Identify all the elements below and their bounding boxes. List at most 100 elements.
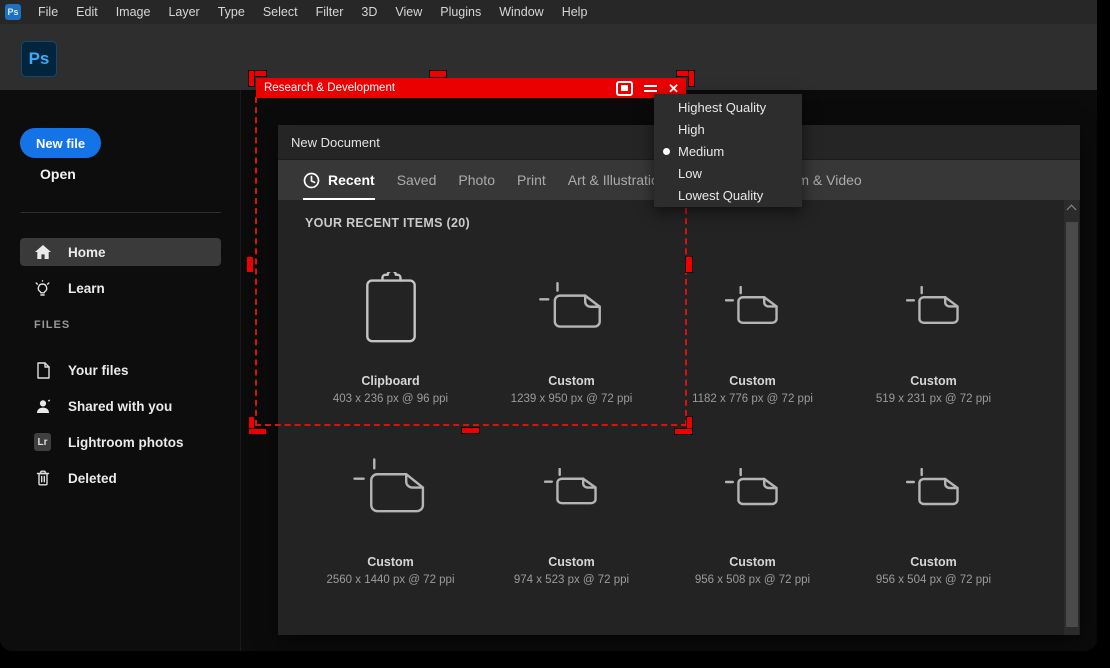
menu-help[interactable]: Help	[553, 0, 597, 24]
menu-item-label: High	[678, 122, 705, 137]
tab-label: Photo	[458, 172, 495, 188]
menu-item-low[interactable]: Low	[654, 162, 802, 184]
menu-window[interactable]: Window	[490, 0, 552, 24]
card-title: Custom	[548, 555, 595, 569]
scroll-up-icon[interactable]	[1067, 205, 1077, 215]
card-dimensions: 1182 x 776 px @ 72 ppi	[692, 393, 813, 405]
card-dimensions: 519 x 231 px @ 72 ppi	[876, 393, 991, 405]
recent-item-card[interactable]: Custom 1239 x 950 px @ 72 ppi	[481, 245, 662, 426]
recent-item-card[interactable]: Custom 956 x 508 px @ 72 ppi	[662, 426, 843, 607]
selection-handle-middle-right[interactable]	[686, 257, 692, 272]
dialog-title: New Document	[291, 135, 380, 150]
lightroom-badge: Lr	[34, 433, 51, 451]
sidebar-item-shared-with-you[interactable]: Shared with you	[20, 392, 221, 420]
recent-item-card[interactable]: Custom 956 x 504 px @ 72 ppi	[843, 426, 1024, 607]
menu-edit[interactable]: Edit	[67, 0, 107, 24]
tab-print[interactable]: Print	[517, 160, 546, 200]
selection-handle-bottom-left[interactable]	[249, 429, 266, 434]
card-dimensions: 956 x 504 px @ 72 ppi	[876, 574, 991, 586]
menu-item-highest-quality[interactable]: Highest Quality	[654, 96, 802, 118]
menu-bar: Ps File Edit Image Layer Type Select Fil…	[0, 0, 1097, 24]
recent-items-heading: YOUR RECENT ITEMS (20)	[305, 216, 470, 230]
capture-window-titlebar[interactable]: Research & Development ✕	[256, 78, 686, 98]
menu-layer[interactable]: Layer	[159, 0, 208, 24]
sidebar-item-learn[interactable]: Learn	[20, 274, 221, 302]
menu-item-high[interactable]: High	[654, 118, 802, 140]
sidebar-item-home[interactable]: Home	[20, 238, 221, 266]
home-sidebar: New file Open Home Learn FILES	[0, 90, 241, 651]
recent-item-card[interactable]: Custom 974 x 523 px @ 72 ppi	[481, 426, 662, 607]
sidebar-item-label: Shared with you	[68, 399, 172, 414]
photoshop-window: Ps File Edit Image Layer Type Select Fil…	[0, 0, 1097, 651]
region-select-icon[interactable]	[616, 81, 633, 96]
menu-item-medium[interactable]: Medium	[654, 140, 802, 162]
card-dimensions: 403 x 236 px @ 96 ppi	[333, 393, 448, 405]
menu-item-lowest-quality[interactable]: Lowest Quality	[654, 184, 802, 206]
menu-image[interactable]: Image	[107, 0, 160, 24]
sidebar-item-lightroom-photos[interactable]: Lr Lightroom photos	[20, 428, 221, 456]
recent-items-grid: Clipboard 403 x 236 px @ 96 ppi	[300, 245, 1024, 607]
close-icon[interactable]: ✕	[668, 82, 679, 95]
clipboard-icon	[364, 245, 418, 370]
card-dimensions: 956 x 508 px @ 72 ppi	[695, 574, 810, 586]
photoshop-logo: Ps	[21, 41, 57, 77]
tab-recent[interactable]: Recent	[303, 160, 375, 200]
open-button[interactable]: Open	[40, 166, 76, 182]
new-file-button[interactable]: New file	[20, 128, 101, 158]
menu-select[interactable]: Select	[254, 0, 307, 24]
selection-handle-top-right[interactable]	[689, 71, 694, 86]
dialog-scrollbar[interactable]	[1064, 200, 1079, 635]
files-section-heading: FILES	[34, 319, 70, 331]
menu-file[interactable]: File	[29, 0, 67, 24]
tab-saved[interactable]: Saved	[397, 160, 437, 200]
menu-item-label: Medium	[678, 144, 724, 159]
tab-photo[interactable]: Photo	[458, 160, 495, 200]
menu-plugins[interactable]: Plugins	[431, 0, 490, 24]
sidebar-divider	[21, 212, 221, 213]
tab-label: Recent	[328, 172, 375, 188]
card-dimensions: 974 x 523 px @ 72 ppi	[514, 574, 629, 586]
selection-handle-middle-left[interactable]	[247, 257, 253, 272]
lightbulb-icon	[34, 280, 51, 297]
custom-document-icon	[353, 426, 429, 551]
custom-document-icon	[539, 245, 605, 370]
ps-app-icon: Ps	[5, 4, 21, 20]
custom-document-icon	[725, 426, 781, 551]
sidebar-item-label: Learn	[68, 281, 105, 296]
menu-type[interactable]: Type	[209, 0, 254, 24]
recent-item-card[interactable]: Custom 2560 x 1440 px @ 72 ppi	[300, 426, 481, 607]
card-dimensions: 2560 x 1440 px @ 72 ppi	[326, 574, 454, 586]
recent-item-card[interactable]: Clipboard 403 x 236 px @ 96 ppi	[300, 245, 481, 426]
card-title: Custom	[548, 374, 595, 388]
menu-filter[interactable]: Filter	[307, 0, 353, 24]
menu-3d[interactable]: 3D	[352, 0, 386, 24]
sidebar-item-deleted[interactable]: Deleted	[20, 464, 221, 492]
menu-icon[interactable]	[644, 85, 657, 92]
selection-handle-bottom-middle[interactable]	[462, 428, 479, 433]
selected-bullet-icon	[663, 148, 670, 155]
dialog-content: YOUR RECENT ITEMS (20) Clipboard 403 x 2…	[278, 200, 1080, 635]
custom-document-icon	[906, 245, 962, 370]
menu-view[interactable]: View	[386, 0, 431, 24]
region-select-fill	[621, 85, 628, 91]
tab-art-illustration[interactable]: Art & Illustration	[568, 160, 667, 200]
recent-item-card[interactable]: Custom 1182 x 776 px @ 72 ppi	[662, 245, 843, 426]
selection-handle-bottom-right[interactable]	[675, 429, 692, 434]
menu-item-label: Low	[678, 166, 702, 181]
quality-dropdown-menu: Highest Quality High Medium Low Lowest Q…	[654, 94, 802, 207]
sidebar-item-your-files[interactable]: Your files	[20, 356, 221, 384]
scrollbar-thumb[interactable]	[1066, 222, 1078, 627]
custom-document-icon	[906, 426, 962, 551]
sidebar-item-label: Deleted	[68, 471, 117, 486]
tab-label: Art & Illustration	[568, 172, 667, 188]
selection-handle-top-middle[interactable]	[430, 71, 446, 77]
recent-item-card[interactable]: Custom 519 x 231 px @ 72 ppi	[843, 245, 1024, 426]
selection-handle-top-left[interactable]	[249, 71, 254, 86]
card-title: Custom	[367, 555, 414, 569]
clock-icon	[303, 172, 320, 189]
sidebar-item-label: Home	[68, 245, 106, 260]
document-icon	[34, 362, 51, 379]
card-title: Custom	[910, 374, 957, 388]
lr-badge-text: Lr	[34, 433, 51, 451]
trash-icon	[34, 470, 51, 486]
